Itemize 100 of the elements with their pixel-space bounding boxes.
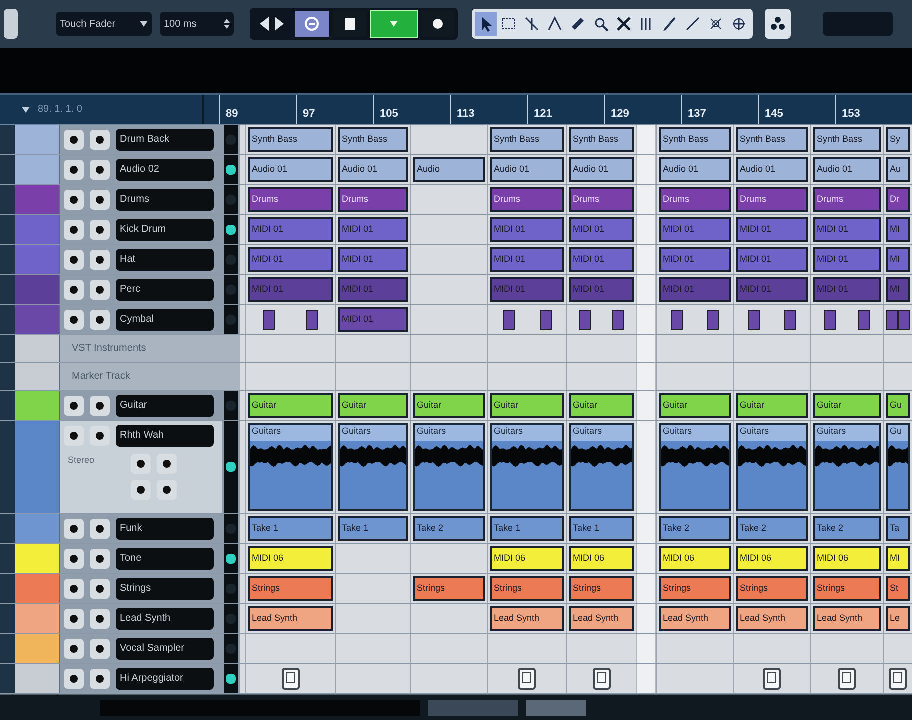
midi-part[interactable] [748,310,760,330]
track-name-field[interactable]: Kick Drum [116,218,214,240]
track-name-field[interactable]: Vocal Sampler [116,638,214,660]
mute-button[interactable] [64,668,84,688]
mute-button[interactable] [64,250,84,270]
midi-part[interactable] [306,310,318,330]
midi-part[interactable]: Guitar [338,393,408,418]
automation-mode-dropdown[interactable]: Touch Fader [56,12,152,36]
audio-event[interactable]: Audio 01 [490,157,564,182]
audio-event[interactable]: Sy [886,127,910,152]
midi-part[interactable] [263,310,276,330]
midi-part[interactable]: MIDI 06 [736,546,808,571]
midi-part[interactable]: Gu [886,393,910,418]
midi-part[interactable]: Guitar [659,393,731,418]
midi-part[interactable]: MIDI 01 [659,217,731,242]
audio-event[interactable]: Synth Bass [659,127,731,152]
mute-button[interactable] [64,638,84,658]
audio-event[interactable]: Take 2 [813,516,881,541]
audio-event[interactable]: Synth Bass [248,127,333,152]
audio-event[interactable]: Audio 01 [813,157,881,182]
track-name-field[interactable]: Drum Back [116,128,214,150]
midi-part[interactable]: MI [886,217,910,242]
midi-part[interactable]: MIDI 01 [248,217,333,242]
midi-part[interactable]: St [886,576,910,601]
track-name-field[interactable]: Guitar [116,394,214,416]
midi-part[interactable]: MIDI 01 [659,247,731,272]
midi-part[interactable]: MIDI 06 [569,546,634,571]
mute-button[interactable] [64,130,84,150]
audio-event[interactable]: Synth Bass [736,127,808,152]
audio-event[interactable]: Take 2 [736,516,808,541]
audio-event[interactable]: Guitars [338,423,408,511]
solo-button[interactable] [90,160,110,180]
midi-part[interactable] [707,310,719,330]
midi-part[interactable] [824,310,836,330]
midi-part[interactable]: MIDI 01 [490,217,564,242]
midi-part[interactable] [579,310,592,330]
midi-part[interactable]: Lead Synth [569,606,634,631]
midi-part[interactable]: Guitar [813,393,881,418]
read-button[interactable] [130,480,151,500]
solo-button[interactable] [90,518,110,538]
midi-part[interactable]: MIDI 06 [248,546,333,571]
audio-event[interactable]: Synth Bass [338,127,408,152]
midi-part[interactable]: Strings [659,576,731,601]
solo-button[interactable] [90,638,110,658]
midi-part[interactable]: MIDI 01 [338,217,408,242]
midi-part[interactable]: Le [886,606,910,631]
solo-button[interactable] [90,426,110,446]
midi-part[interactable]: MIDI 06 [813,546,881,571]
midi-part[interactable]: Drums [569,187,634,212]
solo-button[interactable] [90,280,110,300]
track-name-field[interactable]: Funk [116,518,214,540]
mute-button[interactable] [64,396,84,416]
solo-button[interactable] [90,130,110,150]
quantize-field[interactable] [823,12,893,36]
spinner-icon[interactable] [224,18,230,30]
midi-part[interactable]: Drums [490,187,564,212]
solo-button[interactable] [90,396,110,416]
midi-part[interactable]: MIDI 01 [736,247,808,272]
solo-button[interactable] [90,608,110,628]
solo-button[interactable] [90,668,110,688]
midi-part[interactable]: MIDI 01 [569,217,634,242]
audio-event[interactable]: Take 2 [413,516,485,541]
midi-part[interactable]: MIDI 01 [813,247,881,272]
solo-button[interactable] [90,310,110,330]
track-name-field[interactable]: Lead Synth [116,608,214,630]
midi-part[interactable]: MIDI 01 [338,247,408,272]
audio-event[interactable]: Guitars [248,423,333,511]
solo-button[interactable] [90,548,110,568]
midi-part[interactable]: Strings [413,576,485,601]
track-name-field[interactable]: Hi Arpeggiator [116,668,214,690]
panel-button[interactable] [4,9,18,39]
audio-event[interactable]: Take 2 [659,516,731,541]
midi-part[interactable]: Lead Synth [813,606,881,631]
audio-event[interactable]: Ta [886,516,910,541]
mute-button[interactable] [64,578,84,598]
mute-button[interactable] [64,518,84,538]
midi-part[interactable]: Strings [813,576,881,601]
fade-time-field[interactable]: 100 ms [160,12,234,36]
midi-part[interactable] [886,310,898,330]
midi-part[interactable]: MIDI 06 [490,546,564,571]
audio-event[interactable]: Synth Bass [490,127,564,152]
midi-part[interactable] [502,310,514,330]
audio-event[interactable]: Synth Bass [813,127,881,152]
write-button[interactable] [156,480,177,500]
audio-event[interactable]: Audio 01 [736,157,808,182]
midi-part[interactable]: MIDI 06 [659,546,731,571]
midi-part[interactable]: Lead Synth [248,606,333,631]
midi-part[interactable]: Guitar [248,393,333,418]
audio-event[interactable]: Take 1 [490,516,564,541]
midi-part[interactable]: Drums [813,187,881,212]
audio-event[interactable]: Audio 01 [569,157,634,182]
solo-button[interactable] [90,250,110,270]
midi-part[interactable]: Lead Synth [659,606,731,631]
midi-part[interactable]: MIDI 01 [736,217,808,242]
midi-part[interactable]: Strings [248,576,333,601]
audio-event[interactable]: Guitars [490,423,564,511]
monitor-button[interactable] [130,454,151,474]
midi-part[interactable]: MIDI 01 [569,247,634,272]
midi-part[interactable]: Guitar [490,393,564,418]
mute-button[interactable] [64,220,84,240]
